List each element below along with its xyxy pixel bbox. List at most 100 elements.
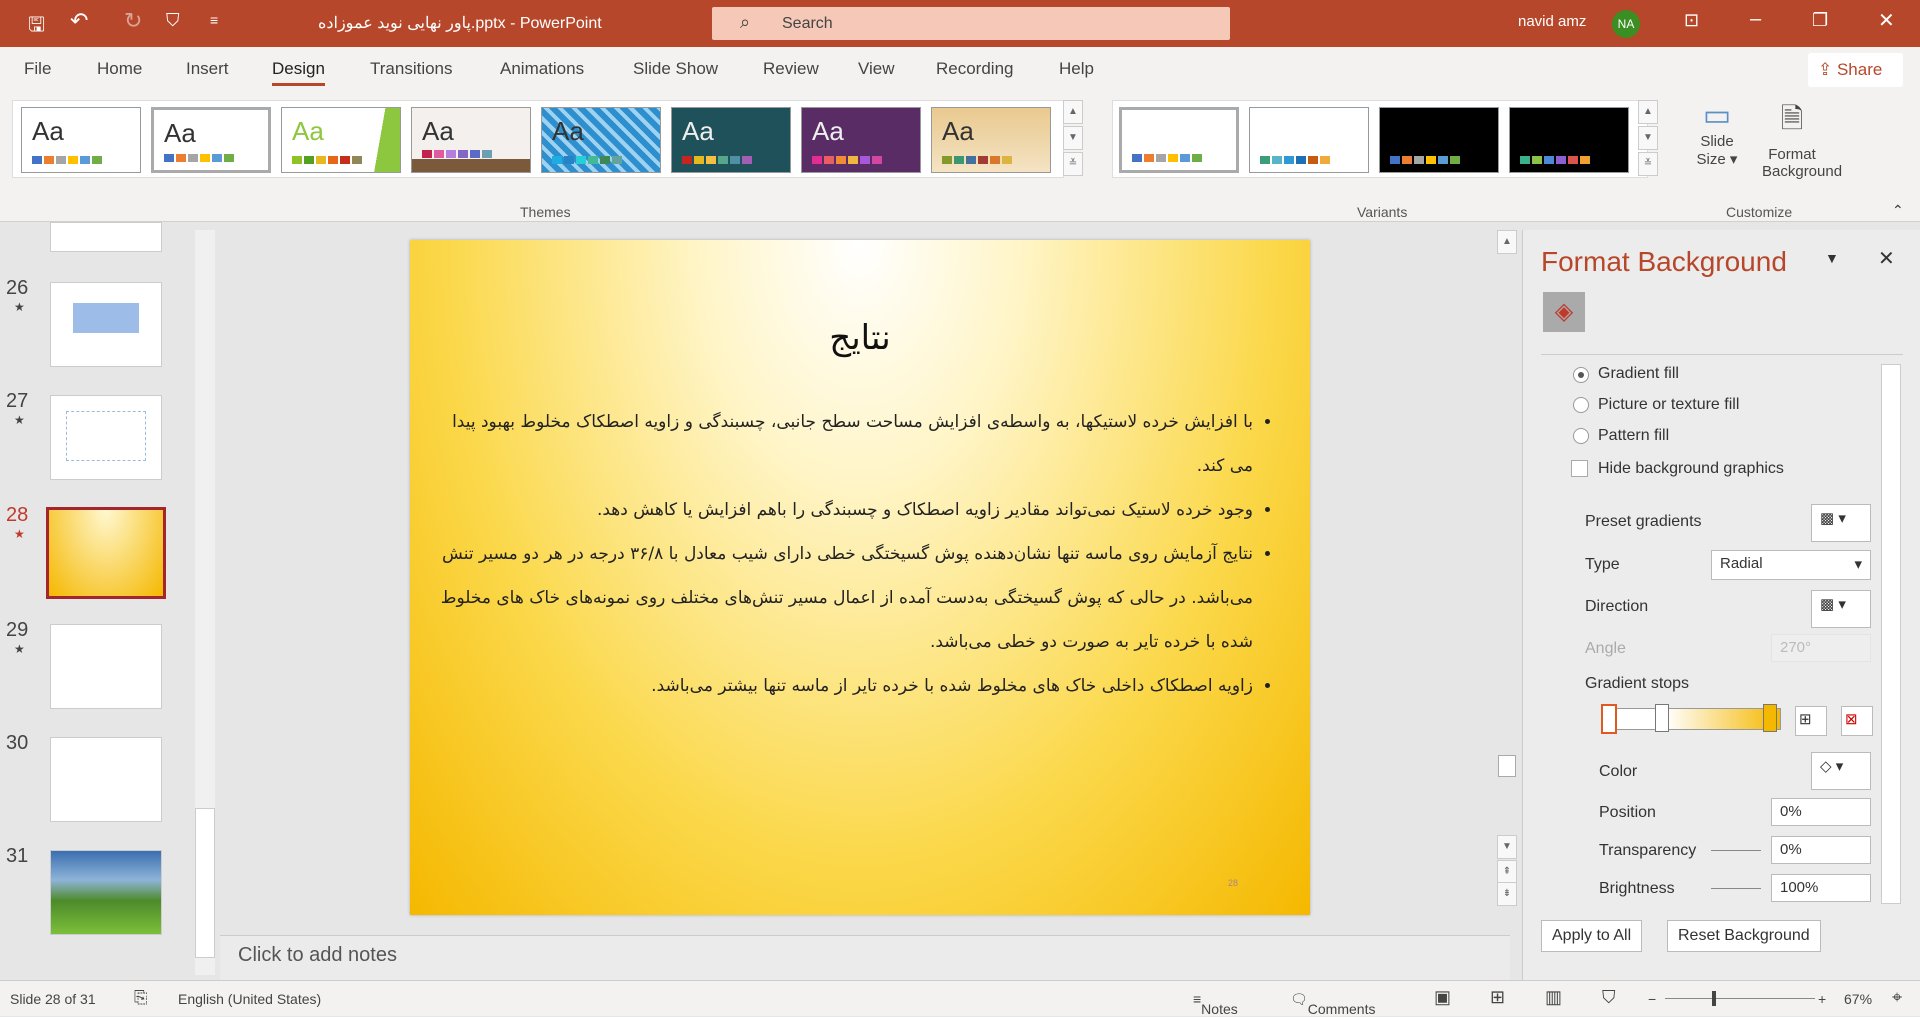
comments-button[interactable]: 🗨 Comments [1290, 991, 1375, 1017]
scroll-up[interactable]: ▲ [1497, 230, 1517, 254]
slide-canvas[interactable]: نتایج با افزایش خرده لاستیکها، به واسطه‌… [410, 240, 1310, 915]
slide-thumbnail[interactable] [50, 624, 162, 709]
pane-options-icon[interactable]: ▼ [1825, 250, 1839, 266]
gradient-stop-selected[interactable] [1601, 704, 1617, 734]
format-background-button[interactable]: 🗎 Format Background [1762, 98, 1842, 180]
slide-sorter-icon[interactable]: ⊞ [1490, 987, 1505, 1008]
variant-4[interactable] [1509, 107, 1629, 173]
share-button[interactable]: ⇪ Share [1808, 53, 1903, 87]
redo-icon[interactable]: ↻ [124, 8, 142, 34]
tab-review[interactable]: Review [763, 59, 819, 79]
present-icon[interactable]: ⛉ [166, 10, 180, 31]
type-dropdown[interactable]: Radial ▾ [1711, 550, 1871, 580]
pattern-fill-label[interactable]: Pattern fill [1598, 427, 1669, 445]
themes-scroll-down[interactable]: ▼ [1063, 126, 1083, 150]
tab-help[interactable]: Help [1059, 59, 1094, 79]
tab-slide-show[interactable]: Slide Show [633, 59, 718, 79]
gradient-stop[interactable] [1763, 704, 1777, 732]
theme-ion-boardroom[interactable]: Aa [671, 107, 791, 173]
slide-bullets[interactable]: با افزایش خرده لاستیکها، به واسطه‌ی افزا… [425, 400, 1275, 708]
color-picker-dropdown[interactable]: ◇ ▾ [1811, 752, 1871, 790]
variant-2[interactable] [1249, 107, 1369, 173]
search-input[interactable]: ⌕ Search [712, 7, 1230, 40]
theme-organic[interactable]: Aa [931, 107, 1051, 173]
theme-office-2[interactable]: Aa [151, 107, 271, 173]
variant-1[interactable] [1119, 107, 1239, 173]
theme-ion[interactable]: Aa [541, 107, 661, 173]
normal-view-icon[interactable]: ▣ [1434, 987, 1451, 1008]
direction-dropdown[interactable]: ▩ ▾ [1811, 590, 1871, 628]
slide-thumbnail[interactable] [50, 282, 162, 367]
theme-facet[interactable]: Aa [281, 107, 401, 173]
position-input[interactable]: 0% [1771, 798, 1871, 826]
restore-icon[interactable]: ❐ [1812, 10, 1828, 31]
variant-3[interactable] [1379, 107, 1499, 173]
variants-more[interactable]: ≚ [1638, 152, 1658, 176]
tab-recording[interactable]: Recording [936, 59, 1014, 79]
hide-background-label[interactable]: Hide background graphics [1598, 460, 1784, 478]
customize-qat-icon[interactable]: ≡ [210, 12, 218, 28]
gradient-fill-radio[interactable] [1573, 367, 1589, 383]
hide-background-checkbox[interactable] [1571, 460, 1588, 477]
ribbon-display-icon[interactable]: ⊡ [1684, 10, 1699, 31]
save-icon[interactable]: 🖫 [28, 10, 45, 44]
zoom-level[interactable]: 67% [1844, 991, 1872, 1007]
close-pane-icon[interactable]: ✕ [1878, 246, 1895, 271]
remove-gradient-stop-icon[interactable]: ⊠ [1841, 706, 1873, 736]
accessibility-icon[interactable]: ⎘ [134, 988, 148, 1008]
slideshow-icon[interactable]: ⛉ [1602, 987, 1616, 1008]
zoom-in-button[interactable]: + [1818, 991, 1826, 1007]
tab-file[interactable]: File [24, 59, 51, 79]
slide-title[interactable]: نتایج [410, 318, 1310, 358]
variants-scroll-down[interactable]: ▼ [1638, 126, 1658, 150]
tab-animations[interactable]: Animations [500, 59, 584, 79]
add-gradient-stop-icon[interactable]: ⊞ [1795, 706, 1827, 736]
reading-view-icon[interactable]: ▥ [1545, 987, 1562, 1008]
undo-icon[interactable]: ↶ [70, 8, 88, 34]
slide-thumbnail[interactable] [50, 850, 162, 935]
avatar[interactable]: NA [1612, 10, 1640, 38]
gradient-fill-label[interactable]: Gradient fill [1598, 365, 1679, 383]
scroll-thumb[interactable] [1498, 755, 1516, 777]
zoom-out-button[interactable]: − [1648, 991, 1656, 1007]
picture-fill-radio[interactable] [1573, 397, 1589, 413]
tab-design[interactable]: Design [272, 59, 325, 86]
fit-to-window-icon[interactable]: ⌖ [1892, 987, 1902, 1008]
tab-insert[interactable]: Insert [186, 59, 229, 79]
notes-button[interactable]: ≡ Notes [1193, 991, 1238, 1017]
brightness-slider[interactable] [1711, 888, 1761, 889]
themes-more[interactable]: ≚ [1063, 152, 1083, 176]
fill-icon[interactable]: ◈ [1543, 292, 1585, 332]
slide-thumbnail[interactable] [50, 737, 162, 822]
slide-scrollbar[interactable]: ▲ ▼ ⇞ ⇟ [1497, 230, 1517, 930]
transparency-input[interactable]: 0% [1771, 836, 1871, 864]
brightness-input[interactable]: 100% [1771, 874, 1871, 902]
gradient-stops-bar[interactable] [1603, 708, 1781, 730]
preset-gradients-dropdown[interactable]: ▩ ▾ [1811, 504, 1871, 542]
apply-to-all-button[interactable]: Apply to All [1541, 920, 1643, 952]
language[interactable]: English (United States) [178, 991, 321, 1007]
minimize-icon[interactable]: – [1750, 8, 1761, 31]
tab-home[interactable]: Home [97, 59, 142, 79]
tab-transitions[interactable]: Transitions [370, 59, 453, 79]
variants-scroll-up[interactable]: ▲ [1638, 100, 1658, 124]
pattern-fill-radio[interactable] [1573, 428, 1589, 444]
slide-size-button[interactable]: ▭ Slide Size ▾ [1684, 98, 1750, 168]
scroll-down[interactable]: ▼ [1497, 835, 1517, 859]
close-icon[interactable]: ✕ [1878, 8, 1895, 33]
collapse-ribbon-icon[interactable]: ⌃ [1892, 202, 1904, 219]
next-slide[interactable]: ⇟ [1497, 882, 1517, 906]
thumbnails-scrollbar[interactable] [195, 230, 215, 975]
notes-input[interactable]: Click to add notes [220, 935, 1510, 980]
theme-ion-purple[interactable]: Aa [801, 107, 921, 173]
slide-thumbnail[interactable] [50, 395, 162, 480]
slide-thumbnail-selected[interactable] [46, 507, 166, 599]
picture-fill-label[interactable]: Picture or texture fill [1598, 396, 1739, 414]
gradient-stop[interactable] [1655, 704, 1669, 732]
pane-scrollbar[interactable] [1881, 364, 1901, 904]
tab-view[interactable]: View [858, 59, 895, 79]
transparency-slider[interactable] [1711, 850, 1761, 851]
reset-background-button[interactable]: Reset Background [1667, 920, 1821, 952]
previous-slide[interactable]: ⇞ [1497, 860, 1517, 884]
theme-gallery[interactable]: Aa [411, 107, 531, 173]
